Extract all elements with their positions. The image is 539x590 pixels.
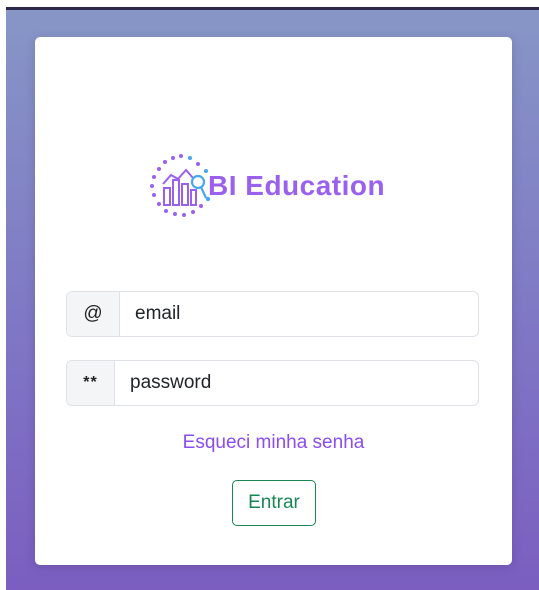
brand-logo: BI Education [146,140,416,230]
screen: BI Education @ ** Esqueci minha senha En… [0,0,539,590]
email-prefix: @ [67,292,120,336]
login-card: BI Education @ ** Esqueci minha senha En… [35,37,512,565]
login-page-background: BI Education @ ** Esqueci minha senha En… [6,7,539,590]
top-bar [6,7,539,10]
email-input-group: @ [66,291,479,337]
login-button[interactable]: Entrar [232,480,316,526]
email-input[interactable] [119,292,478,336]
brand-name: BI Education [208,170,386,201]
forgot-password-link[interactable]: Esqueci minha senha [35,432,512,454]
password-input[interactable] [114,361,478,405]
password-prefix: ** [67,361,115,405]
password-input-group: ** [66,360,479,406]
